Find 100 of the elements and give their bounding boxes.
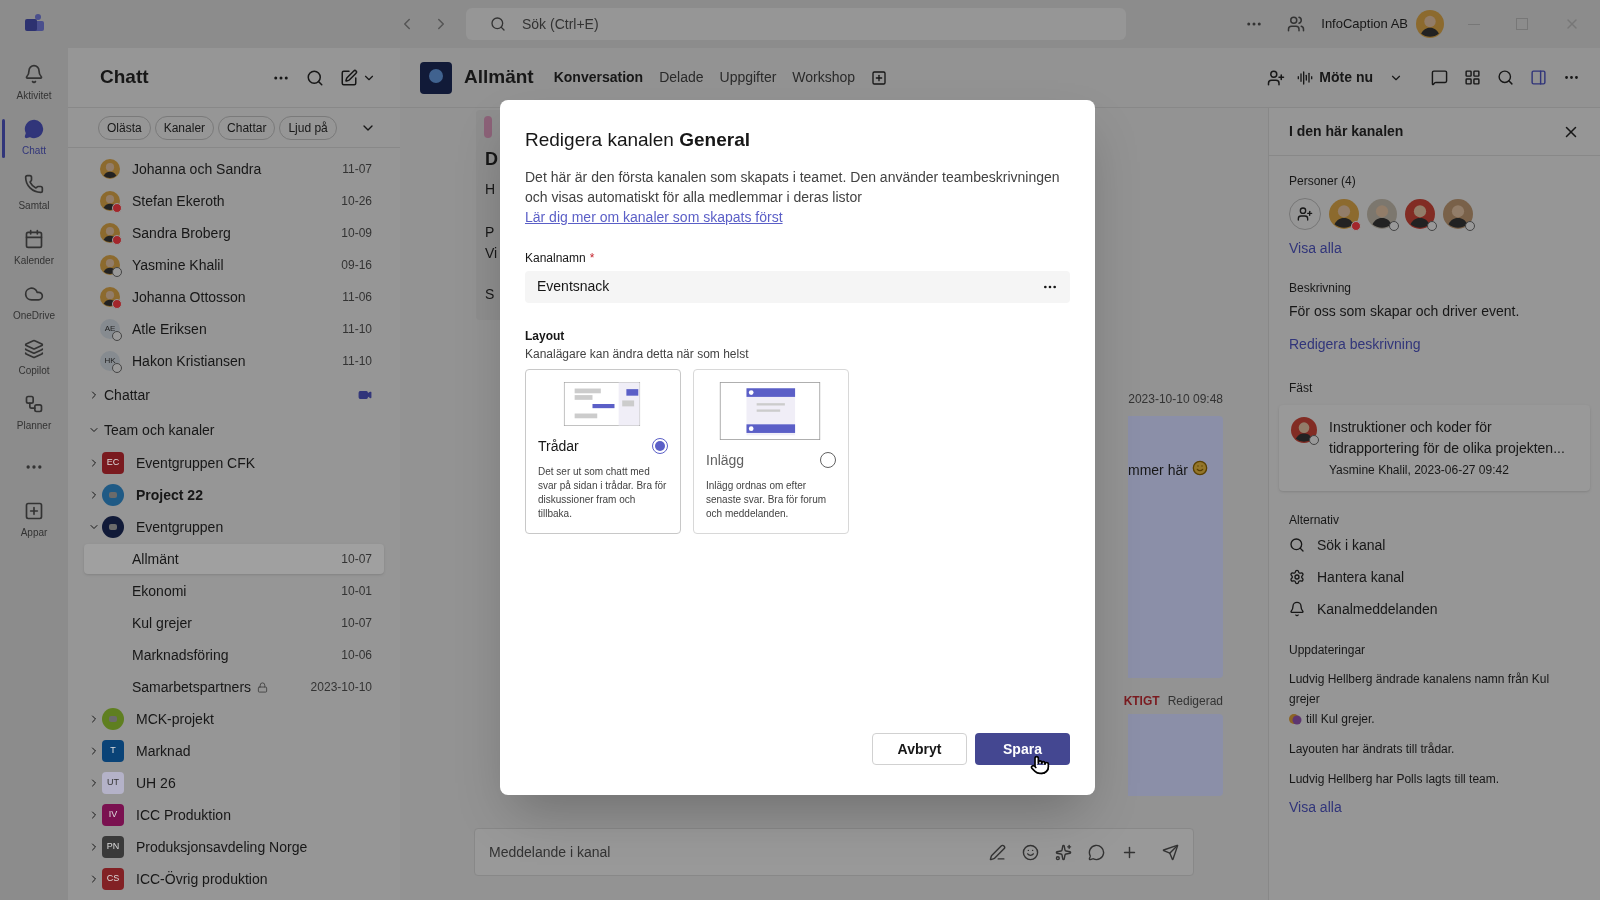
add-tab-icon[interactable] [871,69,888,86]
channel-tab[interactable]: Konversation [553,67,644,88]
smiley-emoji-icon [1191,460,1208,476]
chat-item[interactable]: Yasmine Khalil 09-16 [68,249,400,281]
team-item[interactable]: T Marknad [68,735,400,767]
rail-item[interactable]: Kalender [0,221,68,276]
chat-item[interactable]: Sandra Broberg 10-09 [68,217,400,249]
see-all-link[interactable]: Visa alla [1289,797,1580,818]
meet-now-button[interactable]: Möte nu [1319,67,1373,88]
people-icon[interactable] [1287,15,1306,33]
accent-bar [484,116,492,138]
option-title: Trådar [538,436,580,456]
learn-more-link[interactable]: Lär dig mer om kanaler som skapats först [525,208,783,225]
team-avatar: UT [102,772,124,794]
rail-item[interactable]: Chatt [0,111,68,166]
message-composer[interactable]: Meddelande i kanal [474,828,1194,876]
channel-name: Samarbetspartners [132,677,252,697]
team-item[interactable]: Eventgruppen [68,511,400,543]
flow-icon [24,394,44,414]
channel-item[interactable]: Samarbetspartners 2023-10-10 [84,672,384,702]
channel-date: 10-07 [341,615,372,632]
team-item[interactable]: PN Produksjonsavdeling Norge [68,831,400,863]
search-field[interactable]: Sök (Ctrl+E) [466,8,1126,40]
new-chat-icon[interactable] [340,68,358,87]
channel-tab[interactable]: Workshop [792,67,856,88]
cancel-button[interactable]: Avbryt [872,733,967,765]
chat-date: 10-26 [341,193,372,210]
team-avatar: T [102,740,124,762]
layout-option-card[interactable]: Inlägg Inlägg ordnas om efter senaste svar. Bra för forum och meddelanden. [693,368,849,534]
option-title: Inlägg [706,450,746,470]
add-people-icon[interactable] [1267,68,1286,87]
panel-title: Chatt [100,65,150,90]
section-label: Team och kanaler [104,420,215,440]
pinned-message-card[interactable]: Instruktioner och koder för tidrapportering för de olika projekten... Yasmine Khalil, 2023-06-27 09:42 [1279,405,1590,491]
chat-item[interactable]: Johanna Ottosson 11-06 [68,281,400,313]
channel-name-field[interactable]: Eventsnack [525,270,1070,303]
save-button[interactable]: Spara [975,733,1070,765]
option-item[interactable]: Hantera kanal [1317,566,1405,588]
sticker-icon[interactable] [1055,843,1072,861]
section-header[interactable]: Team och kanaler [68,413,400,447]
search-icon[interactable] [1497,69,1514,86]
search-icon[interactable] [306,68,324,87]
rail-item[interactable]: Planner [0,386,68,441]
settings-icon [1289,569,1305,585]
chat-name: Hakon Kristiansen [132,351,247,371]
chat-date: 10-09 [341,225,372,242]
channel-date: 10-07 [341,551,372,568]
team-item[interactable]: IV ICC Produktion [68,799,400,831]
chat-name: Atle Eriksen [132,319,208,339]
pinned-meta: Yasmine Khalil, 2023-06-27 09:42 [1329,462,1510,479]
team-name: Eventgruppen CFK [136,453,256,473]
see-all-link[interactable]: Visa alla [1289,238,1580,259]
section-header[interactable]: Chattar [68,377,400,413]
channel-item[interactable]: Allmänt 10-07 [84,544,384,574]
edit-description-link[interactable]: Redigera beskrivning [1289,334,1580,355]
team-item[interactable]: MCK-projekt [68,703,400,735]
chat-item[interactable]: AE Atle Eriksen 11-10 [68,313,400,345]
rail-item[interactable]: Samtal [0,166,68,221]
chat-item[interactable]: HK Hakon Kristiansen 11-10 [68,345,400,377]
option-item[interactable]: Sök i kanal [1317,534,1386,556]
chat-item[interactable]: Stefan Ekeroth 10-26 [68,185,400,217]
channel-tab[interactable]: Delade [659,67,704,88]
avatar [1329,199,1359,229]
rail-item[interactable]: Copilot [0,331,68,386]
team-item[interactable]: Project 22 [68,479,400,511]
rail-item[interactable]: Appar [0,493,68,548]
team-item[interactable]: EC Eventgruppen CFK [68,447,400,479]
search-icon [1289,537,1305,553]
rail-item[interactable]: Aktivitet [0,56,68,111]
apps-icon[interactable] [1464,69,1481,86]
channel-title: Allmänt [464,65,534,90]
lock-icon [257,681,269,693]
chat-icon[interactable] [1431,69,1448,86]
option-item[interactable]: Kanalmeddelanden [1317,598,1438,620]
chat-date: 11-10 [342,321,372,338]
loop-icon[interactable] [1088,843,1105,861]
channel-item[interactable]: Marknadsföring 10-06 [84,640,384,670]
option-description: Inlägg ordnas om efter senaste svar. Bra för forum och meddelanden. [706,478,828,521]
section-label: Fäst [1289,380,1314,397]
channel-item[interactable]: Ekonomi 10-01 [84,576,384,606]
channel-item[interactable]: Kul grejer 10-07 [84,608,384,638]
chat-bubble-icon [24,119,44,139]
team-item[interactable]: CS ICC-Övrig produktion [68,863,400,895]
hand-pointer-icon [1030,755,1050,775]
description-text: För oss som skapar och driver event. [1289,302,1521,321]
layout-option-card[interactable]: Trådar Det ser ut som chatt med svar på sidan i trådar. Bra för diskussioner fram och tillbaka. [525,368,681,534]
team-name: ICC-Övrig produktion [136,869,268,889]
chat-item[interactable]: Johanna och Sandra 11-07 [68,153,400,185]
team-item[interactable]: UT UH 26 [68,767,400,799]
chat-date: 11-06 [342,289,372,306]
team-name: UH 26 [136,773,176,793]
dialog-title: Redigera kanalen General [525,128,751,152]
emoji-icon[interactable] [1022,843,1039,861]
channel-tab[interactable]: Uppgifter [719,67,777,88]
section-label: Uppdateringar [1289,642,1367,659]
side-panel-icon[interactable] [1530,69,1547,86]
rail-item[interactable]: OneDrive [0,276,68,331]
message-text: P [485,223,496,242]
format-icon[interactable] [989,843,1006,861]
send-icon[interactable] [1162,843,1179,861]
